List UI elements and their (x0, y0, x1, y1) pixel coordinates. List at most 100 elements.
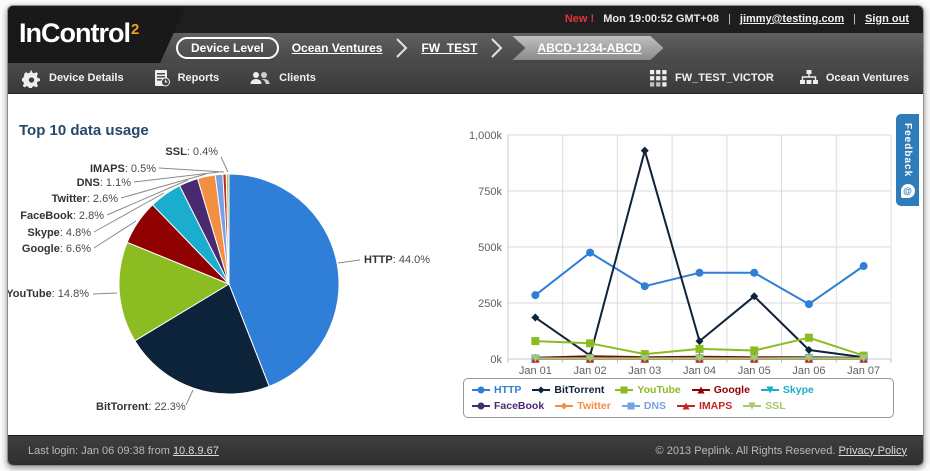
legend-item-label: Skype (783, 383, 814, 397)
logo-text: InControl2 (19, 18, 137, 49)
legend-marker-circle (472, 401, 490, 411)
logo-superscript: 2 (131, 21, 138, 38)
legend-item-label: HTTP (494, 383, 521, 397)
legend-item-label: FaceBook (494, 399, 544, 413)
series-markers-bittorrent (531, 147, 867, 362)
line-chart: 0k250k500k750k1,000kJan 01Jan 02Jan 03Ja… (458, 114, 898, 379)
toolbar-item-label: Ocean Ventures (826, 72, 909, 84)
legend-item-twitter[interactable]: Twitter (555, 399, 611, 413)
legend-item-facebook[interactable]: FaceBook (472, 399, 544, 413)
pie-label-youtube: YouTube: 14.8% (8, 288, 89, 300)
toolbar: Device Details Reports Clients FW_TEST_V… (8, 63, 923, 94)
pie-label-connector (186, 390, 193, 405)
last-login-text: Last login: Jan 06 09:38 from 10.8.9.67 (28, 445, 219, 457)
breadcrumb-group-link[interactable]: Ocean Ventures (292, 41, 383, 55)
clock-text: Mon 19:00:52 GMT+08 (603, 13, 719, 25)
toolbar-item-label: Clients (279, 72, 316, 84)
feedback-tab[interactable]: Feedback (896, 114, 919, 206)
toolbar-item-device-selector[interactable]: FW_TEST_VICTOR (650, 70, 774, 87)
app-logo[interactable]: InControl2 (8, 6, 186, 63)
legend-marker-square (622, 401, 640, 411)
sign-out-link[interactable]: Sign out (865, 13, 909, 25)
legend-marker-diamond (555, 401, 573, 411)
series-line-http (535, 253, 863, 305)
copyright-text: © 2013 Peplink. All Rights Reserved. Pri… (656, 445, 907, 457)
orgchart-icon (800, 70, 818, 86)
feedback-tab-label: Feedback (902, 123, 913, 177)
legend-item-label: YouTube (637, 383, 680, 397)
x-tick-label: Jan 05 (738, 365, 771, 377)
pie-chart: HTTP: 44.0% BitTorrent: 22.3% YouTube: 14.… (8, 106, 458, 436)
privacy-policy-link[interactable]: Privacy Policy (839, 445, 907, 457)
toolbar-item-clients[interactable]: Clients (249, 70, 316, 86)
account-bar: New ! Mon 19:00:52 GMT+08 | jimmy@testin… (565, 13, 909, 25)
footer-bar: Last login: Jan 06 09:38 from 10.8.9.67 … (8, 435, 923, 465)
legend-marker-triangle-down (743, 401, 761, 411)
y-tick-label: 0k (490, 354, 502, 366)
toolbar-item-label: Device Details (49, 72, 124, 84)
pie-label-dns: DNS: 1.1% (77, 177, 132, 189)
chart-legend: HTTP BitTorrent YouTube Google Skype FaceBook… (463, 378, 894, 418)
pie-chart-svg: HTTP: 44.0% BitTorrent: 22.3% YouTube: 14.… (8, 106, 458, 436)
account-email-link[interactable]: jimmy@testing.com (740, 13, 844, 25)
last-login-prefix: Last login: Jan 06 09:38 from (28, 445, 170, 457)
y-tick-label: 750k (478, 186, 502, 198)
legend-marker-triangle (692, 385, 710, 395)
legend-item-label: DNS (644, 399, 666, 413)
toolbar-right-group: FW_TEST_VICTOR Ocean Ventures (650, 70, 909, 87)
breadcrumb-device-link[interactable]: FW_TEST (421, 41, 477, 55)
legend-item-ssl[interactable]: SSL (743, 399, 785, 413)
chevron-right-icon (490, 37, 503, 59)
legend-item-label: IMAPS (699, 399, 732, 413)
y-tick-label: 500k (478, 242, 502, 254)
x-tick-label: Jan 02 (574, 365, 607, 377)
pie-label-imaps: IMAPS: 0.5% (90, 163, 156, 175)
toolbar-item-group-selector[interactable]: Ocean Ventures (800, 70, 909, 87)
breadcrumb-serial-tag[interactable]: ABCD-1234-ABCD (512, 36, 663, 60)
app-window: Device Level Ocean Ventures FW_TEST ABCD… (7, 5, 924, 466)
gear-icon (22, 69, 41, 88)
pie-label-ssl: SSL: 0.4% (165, 146, 218, 158)
legend-marker-square (615, 385, 633, 395)
legend-item-dns[interactable]: DNS (622, 399, 666, 413)
toolbar-item-reports[interactable]: Reports (154, 69, 220, 87)
legend-item-google[interactable]: Google (692, 383, 750, 397)
grid-icon (650, 70, 667, 87)
legend-marker-triangle-down (761, 385, 779, 395)
chevron-right-icon (395, 37, 408, 59)
x-tick-label: Jan 06 (792, 365, 825, 377)
breadcrumb-device-level-pill[interactable]: Device Level (176, 37, 279, 59)
pie-label-connector (221, 157, 228, 172)
at-bubble-icon (901, 184, 915, 198)
legend-item-skype[interactable]: Skype (761, 383, 814, 397)
toolbar-item-device-details[interactable]: Device Details (22, 69, 124, 88)
legend-item-http[interactable]: HTTP (472, 383, 521, 397)
pie-label-connector (338, 260, 360, 263)
line-chart-svg: 0k250k500k750k1,000kJan 01Jan 02Jan 03Ja… (458, 114, 898, 379)
legend-item-imaps[interactable]: IMAPS (677, 399, 732, 413)
y-tick-label: 1,000k (469, 130, 503, 142)
x-tick-label: Jan 04 (683, 365, 716, 377)
pie-label-http: HTTP: 44.0% (364, 254, 430, 266)
legend-marker-circle (472, 385, 490, 395)
pie-label-skype: Skype: 4.8% (27, 227, 91, 239)
clients-icon (249, 70, 271, 86)
pie-chart-title: Top 10 data usage (19, 122, 149, 139)
last-login-ip-link[interactable]: 10.8.9.67 (173, 445, 219, 457)
legend-item-youtube[interactable]: YouTube (615, 383, 680, 397)
legend-marker-diamond (532, 385, 550, 395)
series-line-bittorrent (535, 151, 863, 358)
separator: | (728, 13, 731, 25)
new-badge: New ! (565, 13, 594, 25)
x-tick-label: Jan 03 (628, 365, 661, 377)
legend-item-label: BitTorrent (554, 383, 604, 397)
legend-item-bittorrent[interactable]: BitTorrent (532, 383, 604, 397)
pie-label-bittorrent: BitTorrent: 22.3% (96, 401, 186, 413)
pie-label-facebook: FaceBook: 2.8% (20, 210, 104, 222)
x-tick-label: Jan 01 (519, 365, 552, 377)
x-tick-label: Jan 07 (847, 365, 880, 377)
pie-label-connector (93, 293, 117, 294)
pie-label-google: Google: 6.6% (22, 243, 91, 255)
separator: | (853, 13, 856, 25)
legend-item-label: SSL (765, 399, 785, 413)
